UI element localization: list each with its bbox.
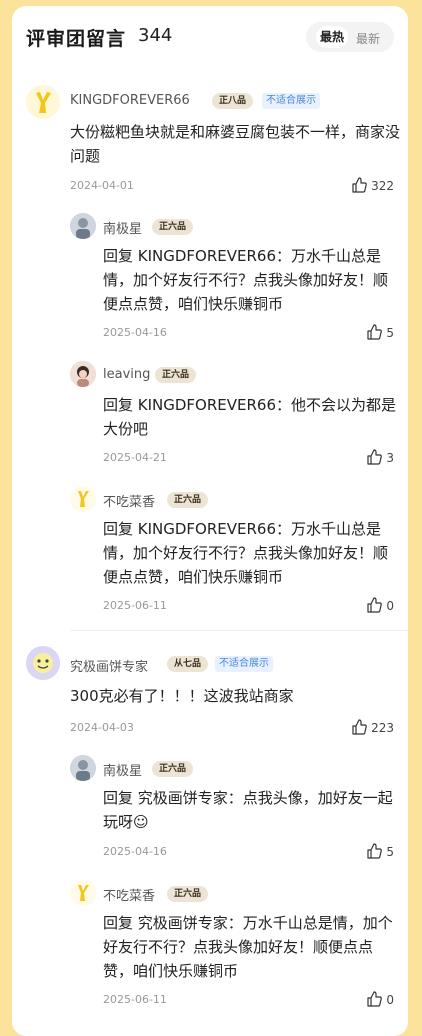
reply-date: 2025-06-11 — [103, 993, 167, 1006]
rank-badge: 正六品 — [152, 761, 194, 777]
thumbs-up-icon — [367, 991, 383, 1007]
username[interactable]: 不吃菜香 — [103, 885, 155, 904]
like-count: 322 — [371, 179, 394, 193]
avatar[interactable] — [26, 85, 60, 119]
comment-count: 344 — [138, 25, 173, 46]
thumbs-up-icon — [367, 597, 383, 613]
like-count: 0 — [386, 993, 394, 1007]
username[interactable]: 南极星 — [103, 760, 142, 779]
avatar[interactable] — [70, 213, 96, 239]
like-count: 5 — [386, 845, 394, 859]
comment-text: 300克必有了！！！这波我站商家 — [70, 687, 294, 705]
user-avatar-icon — [70, 880, 96, 906]
like-button[interactable]: 322 — [351, 177, 394, 193]
user-avatar-icon — [70, 486, 96, 512]
rank-badge: 正六品 — [155, 367, 197, 383]
user-avatar-icon — [70, 755, 96, 781]
thumbs-up-icon — [352, 177, 367, 193]
rank-badge: 从七品 — [167, 656, 209, 672]
sort-hot-button[interactable]: 最热 — [316, 26, 348, 48]
thumbs-up-icon — [367, 449, 383, 465]
like-count: 3 — [386, 451, 394, 465]
sort-toggle: 最热 最新 — [306, 22, 394, 52]
thumbs-up-icon — [352, 719, 367, 735]
like-count: 223 — [371, 721, 394, 735]
rank-badge: 正八品 — [212, 93, 254, 109]
username[interactable]: 不吃菜香 — [103, 491, 155, 510]
reply-text: 回复 KINGDFOREVER66：万水千山总是情，加个好友行不行？点我头像加好… — [103, 247, 389, 313]
username[interactable]: leaving — [103, 367, 150, 382]
rank-badge: 正六品 — [152, 219, 194, 235]
rank-badge: 正六品 — [167, 886, 209, 902]
user-avatar-icon — [70, 361, 96, 387]
reply-text: 回复 KINGDFOREVER66：万水千山总是情，加个好友行不行？点我头像加好… — [103, 520, 389, 586]
username[interactable]: 究极画饼专家 — [70, 656, 148, 675]
avatar[interactable] — [70, 755, 96, 781]
section-title: 评审团留言 — [26, 28, 127, 50]
reply-text: 回复 KINGDFOREVER66：他不会以为都是大份吧 — [103, 396, 397, 438]
hidden-tag: 不适合展示 — [215, 656, 273, 672]
thumbs-up-icon — [367, 843, 383, 859]
username[interactable]: KINGDFOREVER66 — [70, 93, 190, 108]
avatar[interactable] — [70, 880, 96, 906]
hidden-tag: 不适合展示 — [262, 93, 320, 109]
comments-panel: 评审团留言 344 最热 最新 KINGDFOREVER66 正八品 不适合展示… — [12, 6, 408, 1036]
like-button[interactable]: 0 — [366, 597, 394, 613]
like-button[interactable]: 5 — [366, 843, 394, 859]
username[interactable]: 南极星 — [103, 218, 142, 237]
comment-text: 大份糍粑鱼块就是和麻婆豆腐包装不一样，商家没问题 — [70, 123, 401, 165]
reply-text: 回复 究极画饼专家：万水千山总是情，加个好友行不行？点我头像加好友！顺便点点赞，… — [103, 914, 393, 980]
sort-new-button[interactable]: 最新 — [356, 30, 380, 47]
reply-date: 2025-04-21 — [103, 451, 167, 464]
like-count: 0 — [386, 599, 394, 613]
rank-badge: 正六品 — [167, 492, 209, 508]
comment-date: 2024-04-01 — [70, 179, 134, 192]
comment-date: 2024-04-03 — [70, 721, 134, 734]
reply-text: 回复 究极画饼专家：点我头像，加好友一起玩呀☺ — [103, 789, 393, 831]
avatar[interactable] — [26, 646, 60, 680]
user-avatar-icon — [26, 646, 60, 680]
user-avatar-icon — [26, 85, 60, 119]
user-avatar-icon — [70, 213, 96, 239]
thumbs-up-icon — [367, 324, 383, 340]
avatar[interactable] — [70, 361, 96, 387]
like-count: 5 — [386, 326, 394, 340]
like-button[interactable]: 3 — [366, 449, 394, 465]
divider — [70, 630, 408, 631]
avatar[interactable] — [70, 486, 96, 512]
reply-date: 2025-04-16 — [103, 845, 167, 858]
reply-date: 2025-06-11 — [103, 599, 167, 612]
like-button[interactable]: 223 — [351, 719, 394, 735]
like-button[interactable]: 0 — [366, 991, 394, 1007]
like-button[interactable]: 5 — [366, 324, 394, 340]
reply-date: 2025-04-16 — [103, 326, 167, 339]
comments-header: 评审团留言 344 最热 最新 — [26, 22, 394, 54]
